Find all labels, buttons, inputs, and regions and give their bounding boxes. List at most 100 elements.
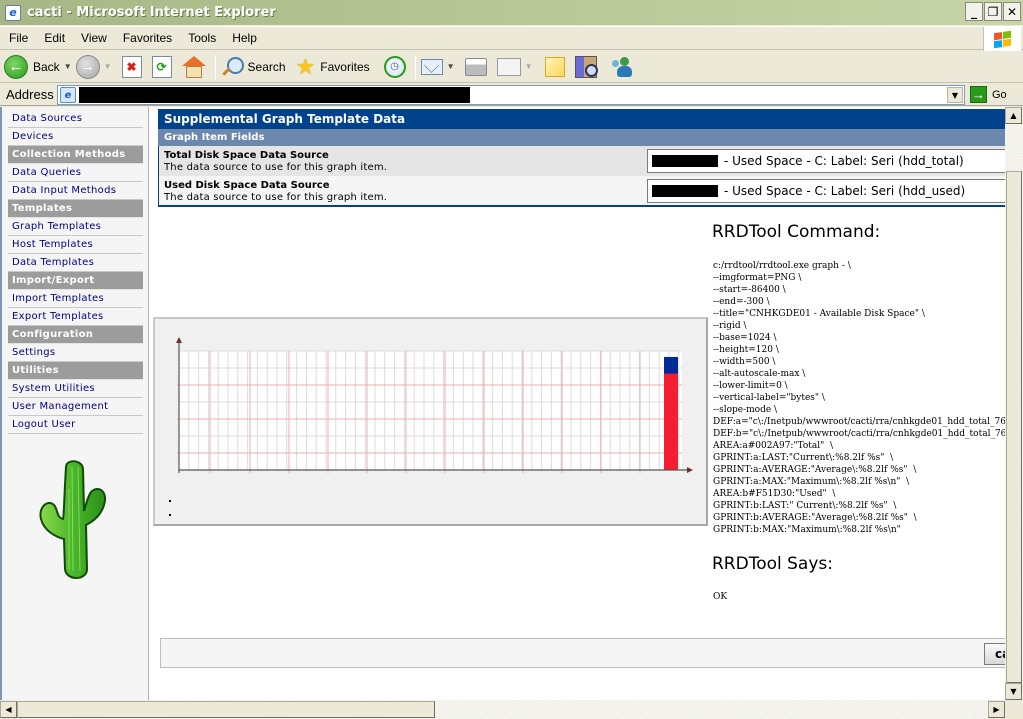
field-title: Total Disk Space Data Source	[164, 150, 329, 161]
rrdtool-says-text: OK	[713, 592, 728, 602]
section-header: Supplemental Graph Template Data	[158, 109, 1005, 129]
scroll-down-button[interactable]: ▼	[1005, 683, 1022, 700]
ie-icon: e	[5, 4, 21, 21]
y-axis-arrow	[176, 337, 182, 343]
back-arrow-icon: ←	[4, 54, 28, 79]
sidebar-item-graph-templates[interactable]: Graph Templates	[8, 218, 143, 236]
field-title: Used Disk Space Data Source	[164, 180, 330, 191]
redacted-host	[652, 185, 718, 197]
home-icon	[181, 55, 206, 78]
window-title: cacti - Microsoft Internet Explorer	[27, 5, 276, 20]
sidebar-item-settings[interactable]: Settings	[8, 344, 143, 362]
scroll-thumb[interactable]	[17, 701, 435, 718]
sidebar-item-data-templates[interactable]: Data Templates	[8, 254, 143, 272]
discuss-button[interactable]	[544, 53, 565, 81]
graph-canvas	[169, 337, 693, 516]
note-icon	[544, 56, 565, 77]
favorites-button[interactable]: ★ Favorites	[296, 53, 370, 81]
vertical-scrollbar[interactable]: ▲ ▼	[1005, 107, 1023, 700]
restore-button[interactable]: ❐	[984, 2, 1002, 21]
sidebar-item-logout-user[interactable]: Logout User	[8, 416, 143, 434]
used-area-bar	[664, 373, 678, 470]
sidebar-menu: Data Sources Devices Collection Methods Dat…	[8, 110, 143, 434]
select-value: - Used Space - C: Label: Seri (hdd_used)	[724, 184, 966, 198]
scroll-up-button[interactable]: ▲	[1005, 107, 1022, 124]
mail-button[interactable]: ▼	[420, 53, 455, 81]
home-button[interactable]	[181, 53, 206, 81]
print-button[interactable]	[464, 53, 487, 81]
menu-edit[interactable]: Edit	[36, 31, 73, 45]
menu-file[interactable]: File	[0, 31, 36, 45]
menu-tools[interactable]: Tools	[180, 31, 224, 45]
sidebar-item-data-input-methods[interactable]: Data Input Methods	[8, 182, 143, 200]
forward-button[interactable]: → ▼	[75, 53, 112, 81]
back-dropdown-icon[interactable]: ▼	[64, 62, 72, 71]
back-button[interactable]: ← Back ▼	[4, 53, 72, 81]
page-viewport: Data Sources Devices Collection Methods Dat…	[0, 107, 1005, 700]
research-icon	[574, 55, 598, 78]
go-arrow-icon: →	[970, 86, 987, 103]
search-icon	[221, 56, 244, 78]
sidebar-item-host-templates[interactable]: Host Templates	[8, 236, 143, 254]
address-bar: Address e ▼ → Go	[0, 84, 1023, 106]
stop-icon: ✖	[121, 55, 142, 78]
used-disk-field-row: Used Disk Space Data Source The data sou…	[158, 176, 1005, 207]
used-disk-data-source-select[interactable]: - Used Space - C: Label: Seri (hdd_used)	[647, 179, 1005, 203]
forward-dropdown-icon[interactable]: ▼	[104, 62, 112, 71]
total-disk-data-source-select[interactable]: - Used Space - C: Label: Seri (hdd_total…	[647, 149, 1005, 173]
mail-dropdown-icon[interactable]: ▼	[447, 62, 455, 71]
search-label: Search	[247, 59, 286, 74]
horizontal-scrollbar[interactable]: ◀ ▶	[0, 700, 1005, 719]
search-button[interactable]: Search	[221, 53, 286, 81]
x-axis-arrow	[687, 467, 693, 473]
menu-favorites[interactable]: Favorites	[115, 31, 180, 45]
cacti-logo-icon	[39, 460, 106, 579]
field-description: The data source to use for this graph it…	[164, 192, 388, 203]
sidebar-item-import-templates[interactable]: Import Templates	[8, 290, 143, 308]
address-label: Address	[6, 87, 54, 102]
action-bar: ca	[160, 638, 1005, 668]
sidebar-item-user-management[interactable]: User Management	[8, 398, 143, 416]
address-dropdown-icon[interactable]: ▼	[947, 87, 963, 103]
menu-help[interactable]: Help	[224, 31, 265, 45]
scroll-left-button[interactable]: ◀	[0, 701, 17, 718]
toolbar-separator	[214, 54, 216, 79]
sidebar-item-devices[interactable]: Devices	[8, 128, 143, 146]
printer-icon	[464, 57, 487, 76]
research-button[interactable]	[574, 53, 598, 81]
edit-dropdown-icon[interactable]: ▼	[525, 62, 533, 71]
refresh-button[interactable]: ⟳	[151, 53, 172, 81]
legend-bullet	[169, 514, 171, 516]
scroll-right-button[interactable]: ▶	[988, 701, 1005, 718]
page-icon: e	[60, 87, 76, 103]
redacted-host	[652, 155, 718, 167]
select-value: - Used Space - C: Label: Seri (hdd_total…	[724, 154, 964, 168]
windows-logo-icon	[983, 27, 1021, 51]
address-input[interactable]: e ▼	[57, 85, 965, 105]
messenger-button[interactable]	[611, 53, 635, 81]
minimize-button[interactable]: _	[965, 2, 983, 21]
sidebar-item-data-queries[interactable]: Data Queries	[8, 164, 143, 182]
plot-area	[179, 351, 682, 470]
close-button[interactable]: ✕	[1003, 2, 1021, 21]
menu-view[interactable]: View	[73, 31, 115, 45]
rrdtool-command-text: c:/rrdtool/rrdtool.exe graph - \ --imgfo…	[713, 261, 1005, 535]
back-label: Back	[33, 59, 60, 74]
sidebar-header-configuration: Configuration	[8, 326, 143, 344]
sidebar-item-system-utilities[interactable]: System Utilities	[8, 380, 143, 398]
browser-window: e cacti - Microsoft Internet Explorer _ …	[0, 0, 1023, 719]
sidebar-item-export-templates[interactable]: Export Templates	[8, 308, 143, 326]
sidebar-header-import-export: Import/Export	[8, 272, 143, 290]
redacted-url	[79, 87, 470, 103]
cancel-button[interactable]: ca	[984, 643, 1005, 665]
scroll-thumb[interactable]	[1006, 171, 1022, 683]
mail-icon	[420, 58, 443, 75]
history-button[interactable]: ◷	[383, 53, 406, 81]
edit-button[interactable]: ▼	[496, 53, 533, 81]
stop-button[interactable]: ✖	[121, 53, 142, 81]
sidebar-header-templates: Templates	[8, 200, 143, 218]
graph-item-fields-header: Graph Item Fields	[158, 129, 1005, 146]
go-button[interactable]: → Go	[970, 86, 1007, 103]
sidebar-item-data-sources[interactable]: Data Sources	[8, 110, 143, 128]
field-description: The data source to use for this graph it…	[164, 162, 388, 173]
